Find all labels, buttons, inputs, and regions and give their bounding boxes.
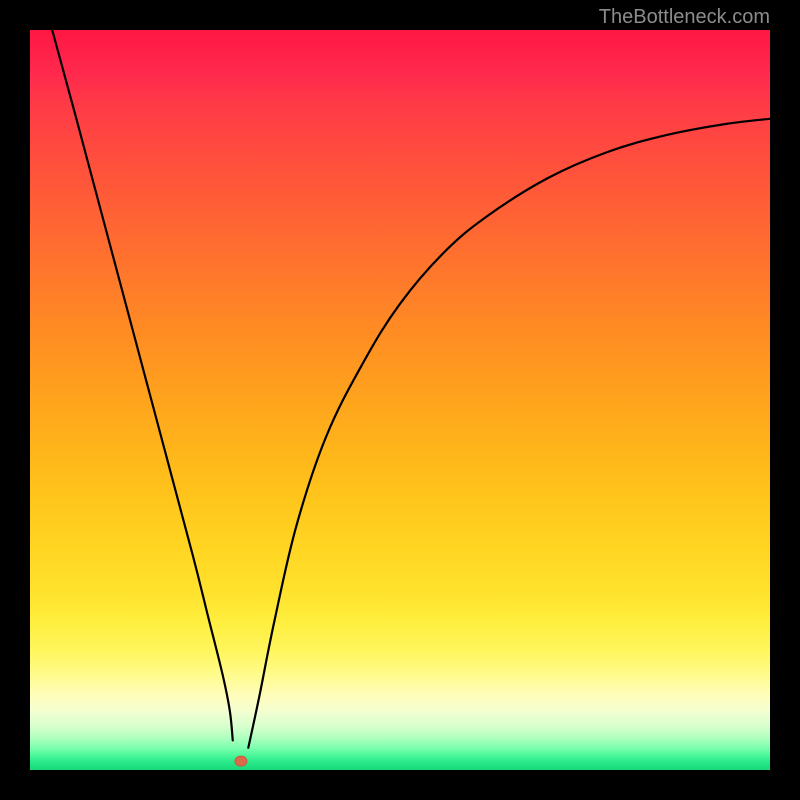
curve-left-arm	[52, 30, 233, 740]
curve-right-arm	[248, 119, 770, 748]
optimum-marker	[235, 756, 247, 766]
chart-frame: TheBottleneck.com	[0, 0, 800, 800]
curve-layer	[30, 30, 770, 770]
watermark-text: TheBottleneck.com	[599, 6, 770, 29]
plot-area	[30, 30, 770, 770]
